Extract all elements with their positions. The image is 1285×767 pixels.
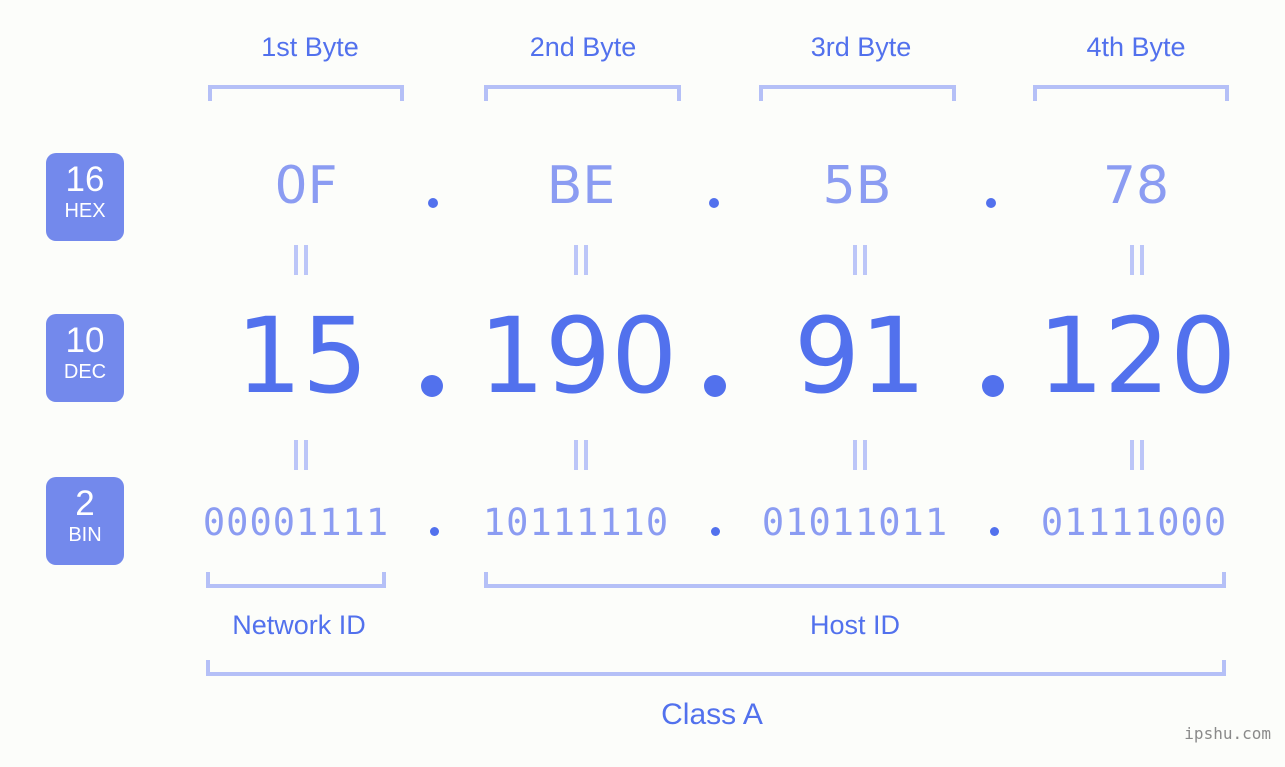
bin-octet-3: 01011011 [761,501,949,544]
class-label: Class A [661,698,763,731]
dec-octet-1: 15 [235,295,369,417]
host-id-bracket [484,572,1226,588]
hex-octet-2: BE [546,156,616,216]
hex-separator-dot-1 [428,198,438,208]
hex-separator-dot-2 [709,198,719,208]
byte-header-3: 3rd Byte [810,32,912,62]
byte-bracket-1 [208,85,404,101]
byte-bracket-2 [484,85,681,101]
watermark: ipshu.com [1184,724,1271,743]
dec-octet-2: 190 [478,295,678,417]
byte-header-2: 2nd Byte [529,32,637,62]
bin-separator-dot-1 [430,527,439,536]
dec-separator-dot-2 [704,375,726,397]
hex-row: 0F BE 5B 78 [0,156,1285,220]
dec-octet-3: 91 [793,295,927,417]
network-id-label: Network ID [232,610,366,640]
class-bracket [206,660,1226,676]
equals-mark-dec-bin-1 [290,440,312,470]
equals-mark-hex-dec-3 [849,245,871,275]
byte-bracket-4 [1033,85,1229,101]
bin-separator-dot-3 [990,527,999,536]
dec-octet-4: 120 [1037,295,1237,417]
equals-mark-dec-bin-4 [1126,440,1148,470]
dec-separator-dot-3 [982,375,1004,397]
host-id-label: Host ID [809,610,901,640]
network-id-bracket [206,572,386,588]
equals-mark-dec-bin-2 [570,440,592,470]
equals-mark-hex-dec-2 [570,245,592,275]
bin-octet-4: 01111000 [1040,501,1228,544]
hex-separator-dot-3 [986,198,996,208]
equals-mark-hex-dec-4 [1126,245,1148,275]
dec-separator-dot-1 [421,375,443,397]
hex-octet-1: 0F [274,156,338,216]
hex-octet-4: 78 [1102,156,1170,216]
equals-mark-hex-dec-1 [290,245,312,275]
bin-separator-dot-2 [711,527,720,536]
hex-octet-3: 5B [822,156,892,216]
bin-octet-1: 00001111 [202,501,390,544]
ip-address-breakdown-diagram: 1st Byte 2nd Byte 3rd Byte 4th Byte 16 H… [0,0,1285,767]
decimal-row: 15 190 91 120 [0,300,1285,420]
byte-header-1: 1st Byte [261,32,359,62]
binary-row: 00001111 10111110 01011011 01111000 [0,500,1285,550]
byte-header-4: 4th Byte [1086,32,1186,62]
bin-octet-2: 10111110 [482,501,670,544]
byte-bracket-3 [759,85,956,101]
equals-mark-dec-bin-3 [849,440,871,470]
